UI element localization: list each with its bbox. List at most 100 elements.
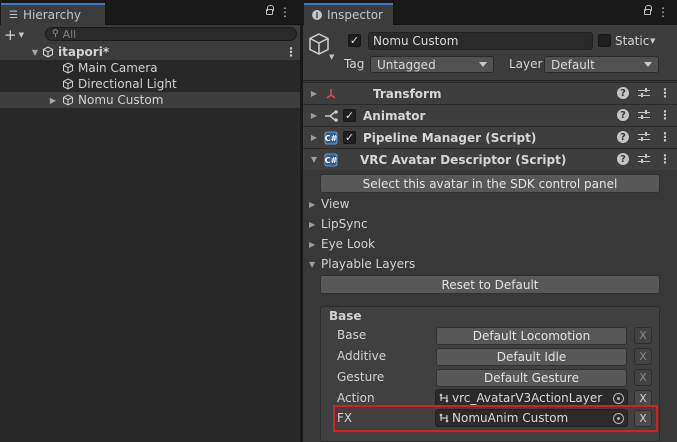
scene-options-icon[interactable]: ⋮ (285, 46, 297, 58)
foldout-view[interactable]: ▶ View (309, 195, 349, 213)
foldout-label: LipSync (321, 217, 368, 231)
inspector-tabstrip: i Inspector ⋮ (303, 0, 677, 25)
collapse-caret-icon[interactable]: ▼ (309, 155, 319, 164)
chevron-down-icon[interactable]: ▼ (329, 53, 334, 61)
hierarchy-tabstrip: ☰ Hierarchy ⋮ (0, 0, 300, 25)
expand-caret-icon[interactable]: ▶ (309, 200, 319, 209)
layer-gesture-button[interactable]: Default Gesture (436, 369, 627, 387)
layer-base-clear-button[interactable]: X (634, 327, 652, 344)
tag-dropdown[interactable]: Untagged (370, 56, 494, 73)
component-vrc-avatar-descriptor[interactable]: ▼ C# VRC Avatar Descriptor (Script) ? ⋮ (303, 148, 677, 170)
layer-label-action: Action (337, 391, 375, 405)
expand-caret-icon[interactable]: ▶ (309, 89, 319, 98)
hierarchy-tab-controls: ⋮ (266, 5, 291, 18)
foldout-playable-layers[interactable]: ▼ Playable Layers (309, 255, 415, 273)
layer-value: Default Locomotion (472, 329, 591, 343)
layer-label-base: Base (337, 328, 367, 342)
layer-base-button[interactable]: Default Locomotion (436, 327, 627, 345)
component-title: Transform (373, 86, 442, 101)
gameobject-cube-icon (63, 62, 73, 74)
expand-caret-icon[interactable]: ▶ (309, 220, 319, 229)
object-picker-icon[interactable] (613, 393, 624, 404)
unity-scene-icon (42, 46, 54, 58)
expand-caret-icon[interactable]: ▶ (309, 133, 319, 142)
layer-value: Default Idle (496, 350, 567, 364)
layer-label-additive: Additive (337, 349, 387, 363)
component-menu-icon[interactable]: ⋮ (659, 131, 671, 143)
hierarchy-item-nomu-custom[interactable]: ▶ Nomu Custom (0, 92, 300, 108)
lock-icon[interactable] (266, 5, 274, 15)
help-icon[interactable]: ? (617, 153, 629, 165)
animator-icon (323, 108, 339, 124)
layer-value: Default Gesture (484, 371, 579, 385)
base-section-header: Base (329, 309, 362, 323)
presets-sliders-icon[interactable] (638, 87, 650, 99)
hierarchy-panel: ☰ Hierarchy ⋮ + ▼ ⚲ All ▼ itapori* ⋮ Mai… (0, 0, 300, 442)
collapse-caret-icon[interactable]: ▼ (309, 260, 319, 269)
scene-name: itapori* (58, 45, 110, 59)
foldout-label: View (321, 197, 350, 211)
layer-label: Layer (509, 57, 543, 71)
expand-caret-icon[interactable]: ▶ (48, 96, 58, 105)
active-checkbox[interactable]: ✓ (348, 34, 361, 47)
foldout-label: Eye Look (321, 237, 375, 251)
select-avatar-button-label: Select this avatar in the SDK control pa… (362, 176, 618, 191)
layer-dropdown[interactable]: Default (544, 56, 659, 73)
object-header: ▼ ✓ Nomu Custom Static ▼ Tag Untagged La… (303, 25, 677, 81)
highlight-box (333, 405, 658, 432)
presets-sliders-icon[interactable] (638, 153, 650, 165)
static-checkbox[interactable] (598, 34, 611, 47)
more-options-icon[interactable]: ⋮ (279, 6, 291, 18)
component-transform[interactable]: ▶ Transform ? ⋮ (303, 82, 677, 104)
foldout-lipsync[interactable]: ▶ LipSync (309, 215, 368, 233)
inspector-tab-controls: ⋮ (644, 5, 669, 18)
csharp-script-icon: C# (323, 152, 339, 168)
layer-additive-button[interactable]: Default Idle (436, 348, 627, 366)
gameobject-cube-icon (63, 78, 73, 90)
component-menu-icon[interactable]: ⋮ (659, 153, 671, 165)
chevron-down-icon[interactable]: ▼ (19, 31, 24, 39)
expand-caret-icon[interactable]: ▶ (309, 240, 319, 249)
component-menu-icon[interactable]: ⋮ (659, 87, 671, 99)
foldout-label: Playable Layers (321, 257, 416, 271)
scene-row[interactable]: ▼ itapori* ⋮ (0, 44, 300, 60)
static-dropdown-icon[interactable]: ▼ (650, 37, 655, 45)
csharp-script-icon: C# (323, 130, 339, 146)
layer-additive-clear-button[interactable]: X (634, 348, 652, 365)
component-pipeline-manager[interactable]: ▶ C# ✓ Pipeline Manager (Script) ? ⋮ (303, 126, 677, 148)
tab-inspector[interactable]: i Inspector (304, 3, 393, 25)
layer-gesture-clear-button[interactable]: X (634, 369, 652, 386)
tab-inspector-label: Inspector (327, 8, 383, 22)
foldout-eye-look[interactable]: ▶ Eye Look (309, 235, 375, 253)
expand-caret-icon[interactable]: ▶ (309, 111, 319, 120)
component-enabled-checkbox[interactable]: ✓ (343, 109, 356, 122)
component-animator[interactable]: ▶ ✓ Animator ? ⋮ (303, 104, 677, 126)
layer-value: vrc_AvatarV3ActionLayer (452, 391, 603, 405)
component-menu-icon[interactable]: ⋮ (659, 109, 671, 121)
expand-caret-icon[interactable]: ▼ (30, 48, 40, 57)
help-icon[interactable]: ? (617, 87, 629, 99)
presets-sliders-icon[interactable] (638, 109, 650, 121)
component-enabled-checkbox[interactable]: ✓ (343, 131, 356, 144)
reset-to-default-button[interactable]: Reset to Default (320, 275, 660, 294)
presets-sliders-icon[interactable] (638, 131, 650, 143)
layer-value: Default (551, 57, 595, 72)
hierarchy-item-directional-light[interactable]: Directional Light (0, 76, 300, 92)
tag-label: Tag (344, 57, 365, 71)
list-icon: ☰ (9, 9, 18, 21)
clear-label: X (639, 329, 647, 342)
more-options-icon[interactable]: ⋮ (657, 6, 669, 18)
object-name-field[interactable]: Nomu Custom (368, 32, 593, 50)
create-plus-icon[interactable]: + (4, 27, 17, 42)
hierarchy-item-main-camera[interactable]: Main Camera (0, 60, 300, 76)
select-avatar-button[interactable]: Select this avatar in the SDK control pa… (320, 174, 660, 193)
lock-icon[interactable] (644, 5, 652, 15)
help-icon[interactable]: ? (617, 131, 629, 143)
info-icon: i (312, 10, 322, 20)
hierarchy-search-input[interactable]: ⚲ All (45, 27, 297, 41)
gameobject-cube-icon[interactable] (307, 32, 331, 56)
help-icon[interactable]: ? (617, 109, 629, 121)
transform-icon (323, 86, 339, 102)
tab-hierarchy[interactable]: ☰ Hierarchy (1, 3, 105, 25)
component-title: Animator (363, 108, 426, 123)
